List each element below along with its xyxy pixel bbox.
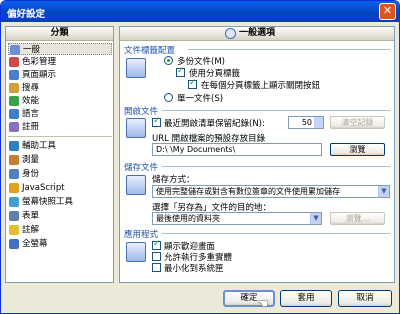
save-as-destination-dropdown[interactable]: 最後使用的資料夾 ▼ [152, 212, 322, 225]
spinner-arrows[interactable] [314, 117, 323, 128]
search-icon [9, 83, 19, 93]
preferences-dialog: 偏好設定 ✕ 分類 一般 色彩管理 頁面顯示 搜尋 效能 語言 註冊 輔助工具 … [0, 0, 400, 314]
single-document-label: 單一文件(S) [177, 94, 224, 104]
fullscreen-icon [9, 239, 19, 249]
application-icon [126, 242, 146, 262]
chevron-down-icon[interactable]: ▼ [378, 186, 389, 197]
use-tabs-label: 使用分頁標籤 [189, 69, 241, 79]
js-icon [9, 183, 19, 193]
category-page-display[interactable]: 頁面顯示 [8, 69, 112, 81]
speed-icon [9, 96, 19, 106]
save-documents-title: 儲存文件 [124, 163, 159, 173]
category-header: 分類 [6, 27, 113, 41]
save-method-dropdown[interactable]: 使用完整儲存或對含有數位簽章的文件使用累加儲存 ▼ [152, 185, 390, 198]
section-divider [188, 49, 390, 50]
category-identity[interactable]: 身份 [8, 168, 112, 180]
close-button[interactable]: ✕ [379, 3, 396, 20]
multiple-instances-checkbox[interactable] [152, 252, 161, 261]
category-panel: 分類 一般 色彩管理 頁面顯示 搜尋 效能 語言 註冊 輔助工具 測量 身份 J… [5, 26, 114, 283]
open-documents-section: 開啟文件 最近開啟清單保留紀錄(N): 50 清空記錄 URL 開啟檔案的預設存… [124, 105, 390, 157]
show-close-button-checkbox[interactable] [188, 78, 197, 89]
category-divider [8, 136, 112, 137]
tab-layout-section: 文件標籤配置 多份文件(M) 使用分頁標籤 在每個分頁標籤上顯示關閉按鈕 單一文… [124, 44, 390, 106]
category-language[interactable]: 語言 [8, 108, 112, 120]
category-general[interactable]: 一般 [8, 43, 112, 55]
category-forms[interactable]: 表單 [8, 210, 112, 222]
tab-layout-icon [126, 58, 146, 78]
multi-document-radio[interactable] [164, 56, 173, 65]
save-method-label: 儲存方式： [152, 175, 195, 185]
category-comments[interactable]: 註解 [8, 224, 112, 236]
color-icon [9, 57, 19, 67]
section-divider [162, 233, 390, 234]
category-color-management[interactable]: 色彩管理 [8, 56, 112, 68]
single-document-radio[interactable] [164, 93, 173, 102]
snapshot-icon [9, 197, 19, 207]
general-options-icon [225, 28, 236, 39]
options-panel: 一般選項 文件標籤配置 多份文件(M) 使用分頁標籤 在每個分頁標籤上顯示關閉按… [119, 26, 395, 283]
form-icon [9, 211, 19, 221]
comment-icon [9, 225, 19, 235]
minimize-to-tray-checkbox[interactable] [152, 263, 161, 272]
category-full-screen[interactable]: 全螢幕 [8, 238, 112, 250]
mouse-cursor-icon: ☚ [257, 297, 269, 312]
category-performance[interactable]: 效能 [8, 95, 112, 107]
chevron-down-icon[interactable]: ▼ [310, 213, 321, 224]
accessibility-icon [9, 141, 19, 151]
recent-list-checkbox[interactable] [152, 116, 161, 127]
gear-icon [10, 45, 20, 55]
show-splash-checkbox[interactable] [152, 239, 161, 250]
show-close-button-label: 在每個分頁標籤上顯示關閉按鈕 [201, 81, 321, 91]
application-section: 應用程式 顯示歡迎畫面 允許執行多重實體 最小化到系統匣 [124, 228, 390, 276]
options-header: 一般選項 [120, 27, 394, 41]
identity-icon [9, 169, 19, 179]
category-javascript[interactable]: JavaScript [8, 182, 112, 194]
ruler-icon [9, 155, 19, 165]
clear-history-button[interactable]: 清空記錄 [330, 116, 385, 129]
browse-destination-button[interactable]: 瀏覽... [330, 212, 385, 225]
recent-list-label: 最近開啟清單保留紀錄(N): [164, 119, 265, 129]
category-registration[interactable]: 註冊 [8, 121, 112, 133]
section-divider [162, 166, 390, 167]
default-directory-field[interactable]: D:\ \My Documents\ [152, 143, 322, 156]
recent-count-spinner[interactable]: 50 [288, 116, 324, 129]
title-bar: 偏好設定 ✕ [1, 1, 399, 22]
save-documents-section: 儲存文件 儲存方式： 使用完整儲存或對含有數位簽章的文件使用累加儲存 ▼ 選擇「另… [124, 161, 390, 225]
minimize-to-tray-label: 最小化到系統匣 [164, 264, 224, 274]
category-accessibility[interactable]: 輔助工具 [8, 140, 112, 152]
browse-directory-button[interactable]: 瀏覽 [330, 143, 385, 156]
globe-icon [9, 109, 19, 119]
page-icon [9, 70, 19, 80]
window-title: 偏好設定 [7, 9, 46, 20]
apply-button[interactable]: 套用 [280, 290, 332, 307]
section-divider [162, 110, 390, 111]
save-documents-icon [126, 175, 146, 195]
category-measuring[interactable]: 測量 [8, 154, 112, 166]
category-search[interactable]: 搜尋 [8, 82, 112, 94]
tab-layout-title: 文件標籤配置 [124, 46, 176, 56]
category-snapshot-tool[interactable]: 螢幕快照工具 [8, 196, 112, 208]
use-tabs-checkbox[interactable] [176, 66, 185, 77]
open-documents-icon [126, 118, 146, 138]
register-icon [9, 122, 19, 132]
cancel-button[interactable]: 取消 [338, 290, 392, 307]
